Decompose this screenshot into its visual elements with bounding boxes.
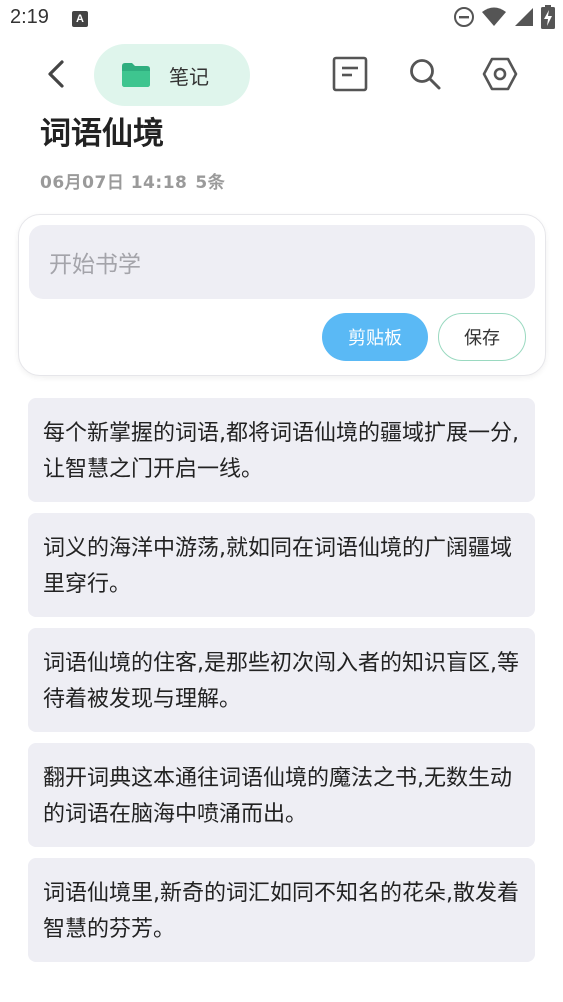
note-count: 5条 xyxy=(195,173,226,193)
note-card[interactable]: 翻开词典这本通往词语仙境的魔法之书,无数生动的词语在脑海中喷涌而出。 xyxy=(28,743,535,847)
cellular-signal-icon xyxy=(513,6,535,32)
note-input[interactable]: 开始书学 xyxy=(29,225,535,299)
note-outline-icon xyxy=(332,56,368,96)
note-card[interactable]: 每个新掌握的词语,都将词语仙境的疆域扩展一分,让智慧之门开启一线。 xyxy=(28,398,535,502)
note-card[interactable]: 词语仙境里,新奇的词汇如同不知名的花朵,散发着智慧的芬芳。 xyxy=(28,858,535,962)
notebook-label: 笔记 xyxy=(169,65,209,89)
search-button[interactable] xyxy=(405,56,445,96)
battery-charging-icon xyxy=(541,5,555,33)
top-toolbar: 笔记 xyxy=(0,42,563,108)
chevron-left-icon xyxy=(44,59,68,93)
note-card[interactable]: 词义的海洋中游荡,就如同在词语仙境的广阔疆域里穿行。 xyxy=(28,513,535,617)
note-date: 06月07日 14:18 xyxy=(40,173,188,193)
notification-a-icon: A xyxy=(72,11,88,27)
note-meta: 06月07日 14:18 5条 xyxy=(40,168,233,193)
do-not-disturb-icon xyxy=(453,6,475,32)
notes-list: 每个新掌握的词语,都将词语仙境的疆域扩展一分,让智慧之门开启一线。 词义的海洋中… xyxy=(28,398,535,973)
notes-view-button[interactable] xyxy=(330,56,370,96)
wifi-icon xyxy=(481,6,507,32)
settings-hexagon-icon xyxy=(482,56,518,96)
back-button[interactable] xyxy=(38,58,74,94)
search-icon xyxy=(408,57,442,95)
page-title: 词语仙境 xyxy=(40,116,164,152)
folder-icon xyxy=(120,62,152,92)
status-time: 2:19 xyxy=(10,6,49,28)
composer-card: 开始书学 剪贴板 保存 xyxy=(18,214,546,376)
status-icons xyxy=(453,5,555,33)
clipboard-button[interactable]: 剪贴板 xyxy=(322,313,428,361)
status-bar: 2:19 A xyxy=(0,0,563,38)
note-card[interactable]: 词语仙境的住客,是那些初次闯入者的知识盲区,等待着被发现与理解。 xyxy=(28,628,535,732)
save-button[interactable]: 保存 xyxy=(438,313,526,361)
notebook-selector[interactable]: 笔记 xyxy=(94,44,250,106)
settings-button[interactable] xyxy=(480,56,520,96)
